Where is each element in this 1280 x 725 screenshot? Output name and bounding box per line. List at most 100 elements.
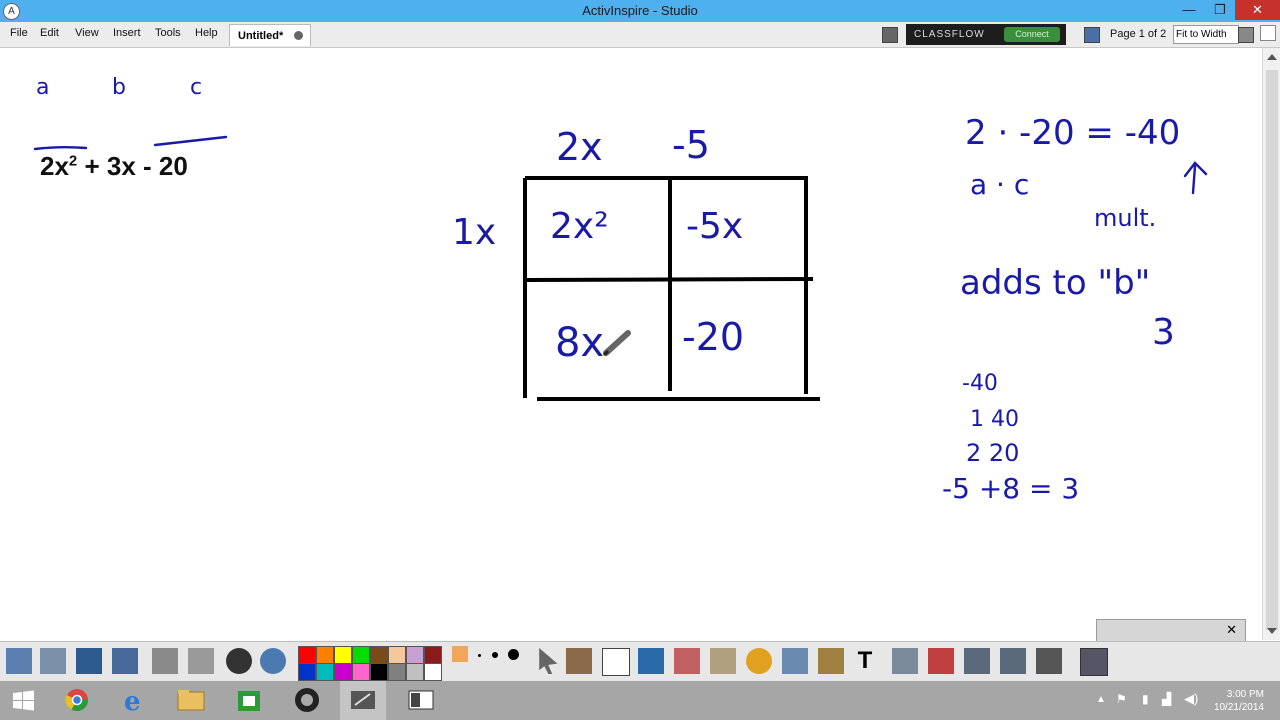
current-color-icon[interactable] [452,646,468,662]
equation-underlines [33,135,228,151]
reset-page-icon[interactable] [928,648,954,674]
recorder-close-icon[interactable]: ✕ [1226,622,1237,638]
clock-time: 3:00 PM [1226,689,1264,700]
pen-width-small-icon[interactable] [478,654,481,657]
color-swatch-lavender[interactable] [406,646,424,664]
color-swatch-silver[interactable] [406,663,424,681]
network-icon[interactable]: ▟ [1162,692,1171,706]
file-explorer-taskbar-icon[interactable] [168,681,214,720]
fill-icon[interactable] [710,648,736,674]
menu-file[interactable]: File [10,27,28,39]
dashboard-icon[interactable] [40,648,66,674]
main-menu-icon[interactable] [6,648,32,674]
classflow-logo: CLASSFLOW [914,29,985,40]
highlighter-icon[interactable] [638,648,664,674]
color-swatch-blue[interactable] [298,663,316,681]
menu-edit[interactable]: Edit [40,27,59,39]
color-swatch-magenta[interactable] [334,663,352,681]
eraser-icon[interactable] [674,648,700,674]
browser-icon[interactable] [112,648,138,674]
product-note: 2 · -20 = -40 [965,113,1180,153]
chrome-taskbar-icon[interactable] [54,681,100,720]
color-swatch-red[interactable] [298,646,316,664]
close-button[interactable]: ✕ [1235,0,1280,20]
revealer-icon[interactable] [892,648,918,674]
factor-list-item: -5 +8 = 3 [942,472,1079,505]
color-swatch-yellow[interactable] [334,646,352,664]
color-swatch-teal[interactable] [316,663,334,681]
color-swatch-gray[interactable] [388,663,406,681]
start-button[interactable] [0,681,46,720]
store-taskbar-icon[interactable] [226,681,272,720]
menu-tools[interactable]: Tools [155,27,181,39]
color-swatch-black[interactable] [370,663,388,681]
minimize-button[interactable]: — [1174,0,1204,20]
previous-page-icon[interactable] [152,648,178,674]
zoom-dropdown-arrow-icon[interactable] [1238,27,1254,43]
handwritten-label-c: c [190,75,202,100]
windows-logo-icon [13,690,34,711]
menu-insert[interactable]: Insert [113,27,141,39]
action-center-icon[interactable]: ⚑ [1116,692,1127,706]
web-browser-icon[interactable] [260,648,286,674]
flipchart-canvas[interactable]: 2x2 + 3x - 20 a b c 2x -5 1x 2x² -5x 8x … [0,48,1262,679]
internet-explorer-taskbar-icon[interactable]: e [110,681,156,720]
tab-untitled[interactable]: Untitled* [229,24,311,46]
color-swatch-pink[interactable] [352,663,370,681]
magic-ink-icon[interactable] [746,648,772,674]
vertical-scrollbar[interactable] [1262,48,1280,640]
color-swatch-tan[interactable] [388,646,406,664]
color-swatch-maroon[interactable] [424,646,442,664]
next-page-icon[interactable] [188,648,214,674]
color-swatch-orange[interactable] [316,646,334,664]
handwritten-label-a: a [36,75,49,100]
redo-icon[interactable] [1000,648,1026,674]
menu-help[interactable]: Help [195,27,218,39]
handwritten-label-b: b [112,75,126,100]
shape-icon[interactable] [818,648,844,674]
pen-width-medium-icon[interactable] [492,652,498,658]
classflow-connect-button[interactable]: Connect [1004,27,1060,42]
scroll-up-icon[interactable] [1260,25,1276,41]
text-icon[interactable]: T [852,648,878,674]
select-icon[interactable] [539,648,558,674]
tray-expand-icon[interactable]: ▲ [1096,694,1106,705]
app-window-taskbar-icon[interactable] [398,681,444,720]
scroll-up-arrow-icon[interactable] [1267,54,1277,60]
zoom-dropdown[interactable]: Fit to Width [1173,25,1239,44]
pen-icon[interactable] [602,648,630,676]
page-browser-icon[interactable] [1084,27,1100,43]
volume-icon[interactable]: ◀) [1184,691,1198,707]
menu-view[interactable]: View [75,27,99,39]
mult-note: mult. [1094,204,1156,232]
restore-button[interactable]: ❐ [1205,0,1235,20]
play-icon[interactable] [226,648,252,674]
tools-icon[interactable] [566,648,592,674]
top-factor-2: -5 [672,123,710,167]
svg-text:e: e [124,687,141,717]
color-swatch-brown[interactable] [370,646,388,664]
color-swatch-white[interactable] [424,663,442,681]
clear-icon[interactable] [1036,648,1062,674]
keyboard-icon[interactable] [882,27,898,43]
activinspire-active-window-icon[interactable] [340,681,386,720]
system-clock[interactable]: 3:00 PM 10/21/2014 [1214,688,1264,714]
factor-list-item: 2 20 [966,439,1019,467]
activinspire-taskbar-icon[interactable] [284,681,330,720]
color-swatch-green[interactable] [352,646,370,664]
battery-icon[interactable]: ▮ [1142,692,1149,706]
windows-taskbar: e ▲ ⚑ ▮ ▟ ◀) 3:00 PM 10/21/2014 [0,681,1280,720]
pen-cursor-icon [602,330,631,357]
tab-close-icon[interactable] [294,31,303,40]
pen-width-large-icon[interactable] [508,649,519,660]
ac-note: a · c [970,168,1029,201]
flipchart-icon[interactable] [76,648,102,674]
toolbox-icon[interactable] [1080,648,1108,676]
scroll-down-arrow-icon[interactable] [1267,628,1277,634]
undo-icon[interactable] [964,648,990,674]
connector-icon[interactable] [782,648,808,674]
b-value-note: 3 [1152,312,1175,353]
scrollbar-thumb[interactable] [1266,70,1278,630]
handwriting-layer: a b c 2x -5 1x 2x² -5x 8x -20 2 · -20 = … [33,75,1208,505]
main-toolbar: T [0,641,1280,682]
